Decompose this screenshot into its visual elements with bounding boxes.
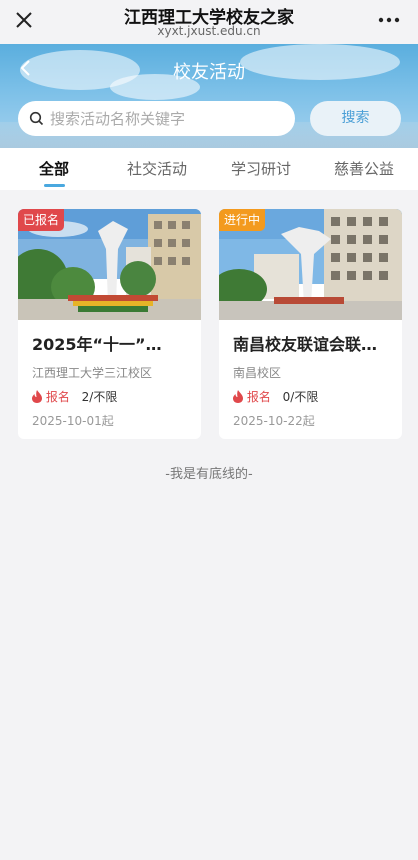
end-of-list-note: -我是有底线的- [165, 467, 253, 482]
activity-card[interactable]: 已报名 2025年“十一”… 江西理工大学三江校区 报名 2/不限 2025-1… [18, 209, 201, 439]
hero-header: 校友活动 搜索 [0, 44, 418, 148]
registration-label: 报名 [45, 390, 70, 404]
status-badge: 进行中 [219, 209, 266, 231]
active-tab-indicator [44, 184, 65, 187]
tab-charity[interactable]: 慈善公益 [334, 158, 394, 179]
registration-count: 2/不限 [81, 390, 118, 404]
search-box[interactable] [18, 101, 295, 136]
flame-icon [233, 390, 243, 403]
status-badge: 已报名 [18, 209, 65, 231]
registration-count: 0/不限 [282, 390, 319, 404]
more-icon[interactable] [378, 12, 400, 28]
activity-name: 南昌校友联谊会联… [233, 335, 378, 354]
activity-location: 江西理工大学三江校区 [32, 366, 153, 380]
activity-location: 南昌校区 [233, 366, 282, 380]
activity-date: 2025-10-01起 [32, 414, 114, 428]
tab-social[interactable]: 社交活动 [127, 158, 187, 179]
browser-url: xyxt.jxust.edu.cn [157, 24, 261, 38]
tab-study[interactable]: 学习研讨 [231, 158, 291, 179]
search-input[interactable] [50, 101, 288, 136]
page-title: 校友活动 [173, 62, 245, 83]
activity-card[interactable]: 进行中 南昌校友联谊会联… 南昌校区 报名 0/不限 2025-10-22起 [219, 209, 402, 439]
activity-date: 2025-10-22起 [233, 414, 315, 428]
flame-icon [32, 390, 42, 403]
search-button[interactable]: 搜索 [310, 101, 401, 136]
browser-bar: 江西理工大学校友之家 xyxt.jxust.edu.cn [0, 0, 418, 44]
registration-info: 报名 0/不限 [233, 388, 318, 404]
search-icon [29, 111, 44, 126]
registration-info: 报名 2/不限 [32, 388, 117, 404]
category-tabs: 全部 社交活动 学习研讨 慈善公益 [0, 148, 418, 190]
activity-name: 2025年“十一”… [32, 335, 162, 354]
tab-all[interactable]: 全部 [39, 158, 69, 179]
registration-label: 报名 [246, 390, 271, 404]
